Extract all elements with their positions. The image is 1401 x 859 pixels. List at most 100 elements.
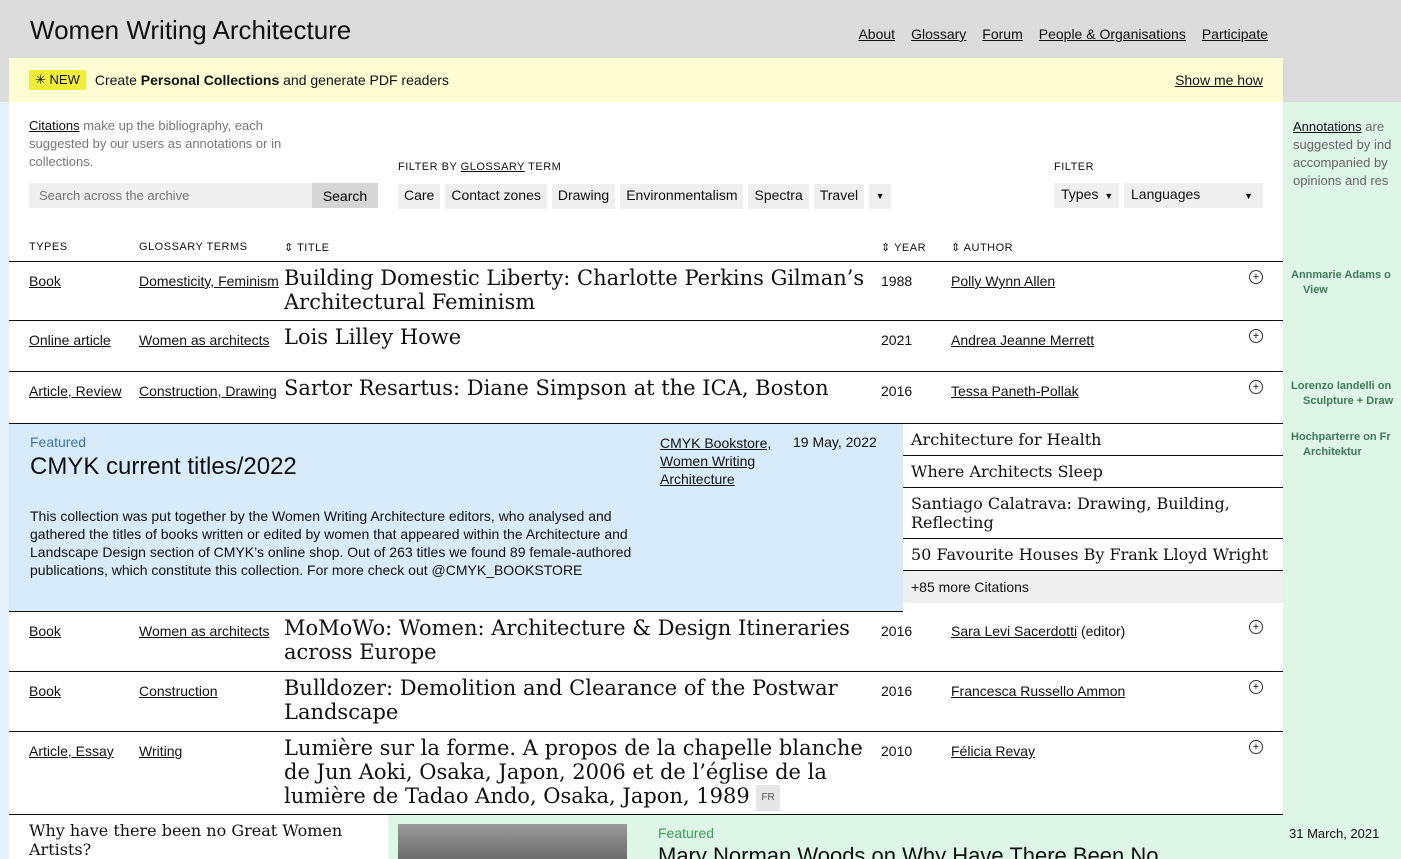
add-to-collection-icon[interactable]: + (1249, 680, 1263, 694)
row-title[interactable]: Building Domestic Liberty: Charlotte Per… (284, 266, 874, 314)
row-year: 2010 (881, 743, 913, 759)
search-button[interactable]: Search (312, 183, 378, 208)
glossary-filter-label: FILTER BY GLOSSARY TERM (398, 161, 561, 173)
annotation-title: Hochparterre on Fr (1291, 431, 1391, 443)
types-dropdown[interactable]: Types ▼ (1054, 183, 1119, 208)
row-title[interactable]: Lois Lilley Howe (284, 325, 874, 349)
types-dropdown-label: Types (1061, 186, 1099, 202)
filter-label-text: FILTER BY (398, 161, 461, 173)
row-author[interactable]: Francesca Russello Ammon (951, 682, 1241, 700)
row-types[interactable]: Book (29, 272, 134, 290)
chips-more-dropdown-icon[interactable]: ▼ (869, 184, 892, 209)
row-terms[interactable]: Women as architects (139, 331, 279, 349)
row-author[interactable]: Félicia Revay (951, 742, 1241, 760)
row-author[interactable]: Andrea Jeanne Merrett (951, 331, 1241, 349)
featured-citation[interactable]: Architecture for Health (903, 424, 1283, 456)
row-types[interactable]: Book (29, 622, 134, 640)
citations-intro: Citations make up the bibliography, each… (29, 117, 309, 171)
row-author[interactable]: Tessa Paneth-Pollak (951, 382, 1241, 400)
featured-annotation[interactable]: Featured Mary Norman Woods on Why Have T… (388, 815, 1283, 859)
annotations-intro-line: opinions and res (1293, 173, 1389, 188)
nav-forum[interactable]: Forum (982, 26, 1022, 42)
annotation-item[interactable]: Annmarie Adams o View (1291, 268, 1391, 298)
featured-title[interactable]: CMYK current titles/2022 (30, 453, 297, 481)
row-types[interactable]: Article, Essay (29, 742, 134, 760)
header-glossary-terms: GLOSSARY TERMS (139, 241, 248, 253)
citations-link[interactable]: Citations (29, 118, 80, 133)
add-to-collection-icon[interactable]: + (1249, 740, 1263, 754)
add-to-collection-icon[interactable]: + (1249, 270, 1263, 284)
header-types: TYPES (29, 241, 68, 253)
annotation-item[interactable]: Lorenzo Iandelli on Sculpture + Draw (1291, 379, 1393, 409)
header-year-sort[interactable]: ⇕ YEAR (881, 241, 926, 254)
banner-text-pre: Create (94, 72, 141, 88)
top-nav: About Glossary Forum People & Organisati… (858, 26, 1268, 42)
more-citations-link[interactable]: +85 more Citations (903, 571, 1283, 603)
featured-authors[interactable]: CMYK Bookstore, Women Writing Architectu… (660, 434, 790, 488)
row-year: 1988 (881, 273, 913, 289)
row-terms[interactable]: Women as architects (139, 622, 279, 640)
featured-citation[interactable]: Santiago Calatrava: Drawing, Building, R… (903, 488, 1283, 539)
glossary-link[interactable]: GLOSSARY (461, 161, 525, 173)
chip-contact-zones[interactable]: Contact zones (445, 184, 547, 209)
add-to-collection-icon[interactable]: + (1249, 329, 1263, 343)
show-me-how-link[interactable]: Show me how (1175, 72, 1263, 88)
header-author-sort[interactable]: ⇕ AUTHOR (951, 241, 1013, 254)
chip-drawing[interactable]: Drawing (551, 184, 616, 209)
featured-citation[interactable]: Where Architects Sleep (903, 456, 1283, 488)
chip-spectra[interactable]: Spectra (748, 184, 809, 209)
header-title-sort[interactable]: ⇕ TITLE (284, 241, 330, 254)
row-title[interactable]: Bulldozer: Demolition and Clearance of t… (284, 676, 874, 724)
search-input[interactable] (29, 183, 312, 208)
row-terms[interactable]: Writing (139, 742, 279, 760)
table-row[interactable]: Book Women as architects MoMoWo: Women: … (9, 612, 1283, 672)
row-types[interactable]: Online article (29, 331, 134, 349)
row-author[interactable]: Polly Wynn Allen (951, 272, 1241, 290)
row-types[interactable]: Article, Review (29, 382, 134, 400)
table-row[interactable]: Book Construction Bulldozer: Demolition … (9, 672, 1283, 732)
add-to-collection-icon[interactable]: + (1249, 620, 1263, 634)
row-title-cell[interactable]: Lumière sur la forme. A propos de la cha… (284, 736, 874, 811)
citation-card-title[interactable]: Why have there been no Great Women Artis… (29, 821, 349, 859)
annotations-intro-line: are (1361, 119, 1385, 134)
glossary-chips: Care Contact zones Drawing Environmental… (398, 184, 892, 209)
chip-care[interactable]: Care (398, 184, 441, 209)
featured-citation[interactable]: 50 Favourite Houses By Frank Lloyd Wrigh… (903, 539, 1283, 571)
featured-tag: Featured (658, 825, 715, 841)
chevron-down-icon: ▼ (1104, 191, 1114, 201)
row-title[interactable]: MoMoWo: Women: Architecture & Design Iti… (284, 616, 874, 664)
featured-collection[interactable]: Featured CMYK current titles/2022 CMYK B… (9, 423, 1283, 613)
featured-tag: Featured (30, 434, 87, 450)
annotations-link[interactable]: Annotations (1293, 119, 1362, 134)
featured-annotation-title[interactable]: Mary Norman Woods on Why Have There Been… (658, 843, 1159, 859)
table-row[interactable]: Article, Review Construction, Drawing Sa… (9, 372, 1283, 423)
row-terms[interactable]: Construction (139, 682, 279, 700)
row-author[interactable]: Sara Levi Sacerdotti (951, 623, 1077, 639)
chip-travel[interactable]: Travel (813, 184, 865, 209)
annotations-panel: Annotations are suggested by ind accompa… (1283, 102, 1401, 859)
nav-glossary[interactable]: Glossary (911, 26, 966, 42)
nav-about[interactable]: About (858, 26, 895, 42)
nav-people-organisations[interactable]: People & Organisations (1039, 26, 1186, 42)
site-title[interactable]: Women Writing Architecture (30, 15, 351, 46)
row-year: 2021 (881, 332, 913, 348)
chip-environmentalism[interactable]: Environmentalism (620, 184, 744, 209)
filter-label-text: TERM (524, 161, 562, 173)
row-author-cell: Sara Levi Sacerdotti (editor) (951, 622, 1241, 640)
annotation-title: Annmarie Adams o (1291, 269, 1391, 281)
row-title[interactable]: Sartor Resartus: Diane Simpson at the IC… (284, 376, 874, 400)
nav-participate[interactable]: Participate (1202, 26, 1268, 42)
row-terms[interactable]: Construction, Drawing (139, 382, 279, 400)
annotation-item[interactable]: Hochparterre on Fr Architektur (1291, 430, 1391, 460)
citation-card[interactable]: Why have there been no Great Women Artis… (9, 815, 388, 859)
featured-description: This collection was put together by the … (30, 508, 632, 578)
featured-date: 19 May, 2022 (793, 434, 877, 450)
table-row[interactable]: Online article Women as architects Lois … (9, 321, 1283, 372)
table-row[interactable]: Article, Essay Writing Lumière sur la fo… (9, 732, 1283, 815)
row-terms[interactable]: Domesticity, Feminism (139, 272, 279, 290)
table-header: TYPES GLOSSARY TERMS ⇕ TITLE ⇕ YEAR ⇕ AU… (9, 235, 1283, 262)
add-to-collection-icon[interactable]: + (1249, 380, 1263, 394)
row-types[interactable]: Book (29, 682, 134, 700)
table-row[interactable]: Book Domesticity, Feminism Building Dome… (9, 262, 1283, 321)
languages-dropdown[interactable]: Languages ▼ (1124, 183, 1263, 208)
